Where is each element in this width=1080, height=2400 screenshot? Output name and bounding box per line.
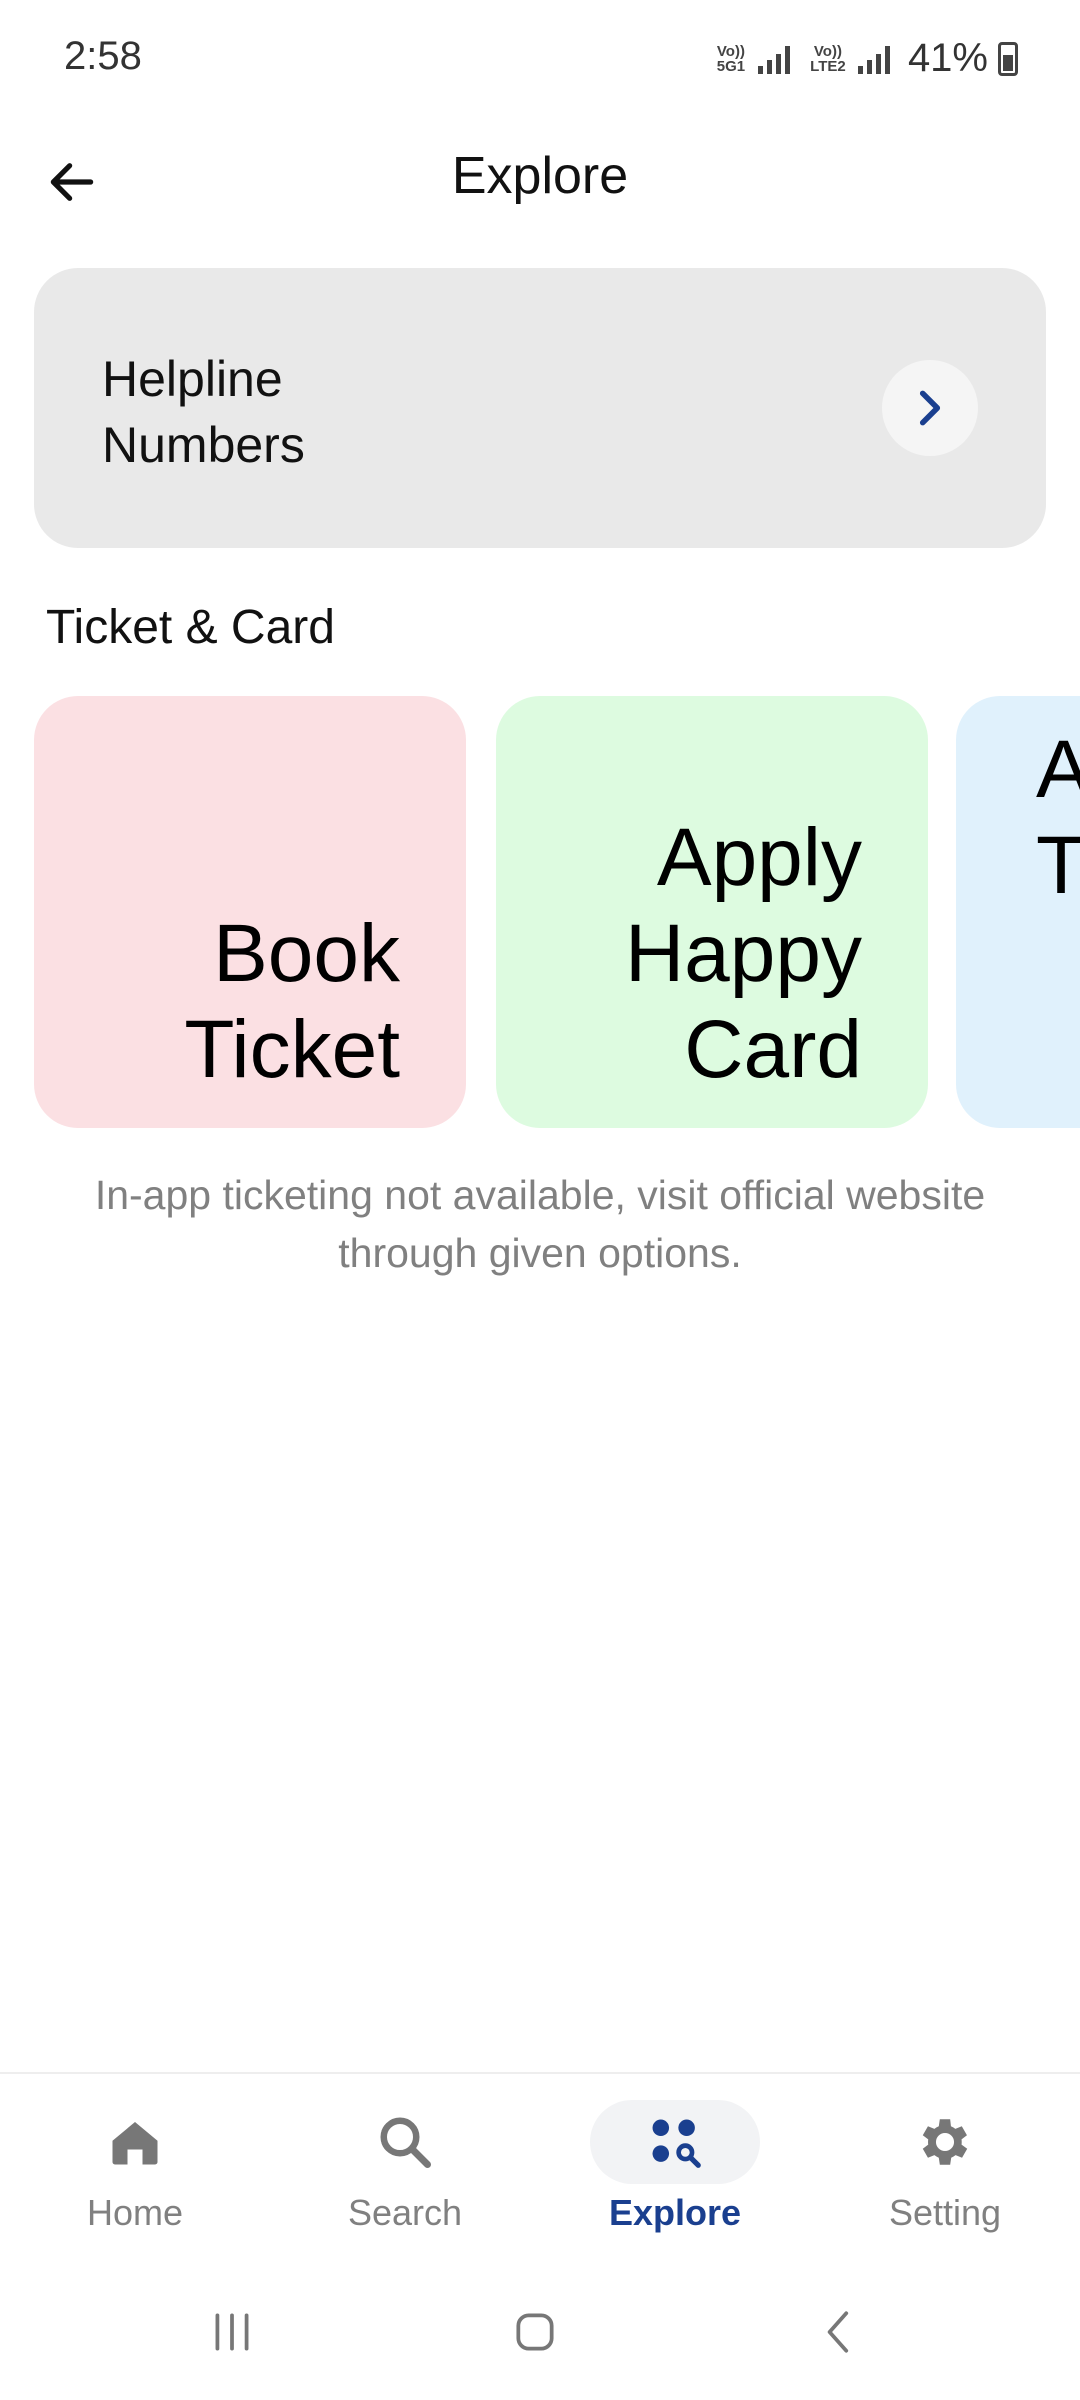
battery-icon <box>998 41 1018 76</box>
gear-icon <box>922 2119 968 2165</box>
tile-label: Apply Happy Card <box>624 812 862 1095</box>
nav-label-explore: Explore <box>608 2192 742 2233</box>
status-bar: 2:58 Vo)) 5G1 Vo)) LTE2 41% <box>0 0 1080 120</box>
tile-label: Book Ticket <box>184 908 400 1095</box>
signal-icon-2 <box>857 44 890 74</box>
nav-icon-wrap <box>590 2100 760 2184</box>
helpline-open-button[interactable] <box>882 360 978 456</box>
explore-icon <box>652 2119 701 2168</box>
status-icons: Vo)) 5G1 Vo)) LTE2 41% <box>714 36 1018 81</box>
home-system-button[interactable] <box>495 2292 575 2372</box>
chevron-right-icon <box>919 390 941 426</box>
recent-apps-button[interactable] <box>192 2292 272 2372</box>
nav-icon-wrap <box>320 2100 490 2184</box>
third-tile[interactable]: A T <box>956 696 1080 1128</box>
status-time: 2:58 <box>64 34 142 78</box>
nav-icon-wrap <box>860 2100 1030 2184</box>
system-navigation-bar <box>0 2262 1080 2400</box>
ticketing-note: In-app ticketing not available, visit of… <box>94 1172 986 1276</box>
battery-percent: 41% <box>907 36 988 80</box>
page-title: Explore <box>451 147 629 205</box>
helpline-label: Helpline Numbers <box>102 351 305 473</box>
home-square-icon <box>516 2313 554 2351</box>
helpline-numbers-card[interactable]: Helpline Numbers <box>34 268 1046 548</box>
ticket-card-carousel[interactable]: Book Ticket Apply Happy Card A T <box>0 696 1080 1128</box>
app-header: Explore <box>0 120 1080 240</box>
book-ticket-tile[interactable]: Book Ticket <box>34 696 466 1128</box>
nav-label-setting: Setting <box>888 2192 1002 2233</box>
nav-item-setting[interactable]: Setting <box>810 2074 1080 2264</box>
back-system-button[interactable] <box>800 2292 880 2372</box>
search-icon <box>380 2117 431 2168</box>
nav-icon-wrap <box>50 2100 220 2184</box>
nav-label-search: Search <box>347 2192 463 2233</box>
recent-apps-icon <box>215 2313 249 2351</box>
nav-item-home[interactable]: Home <box>0 2074 270 2264</box>
section-title: Ticket & Card <box>46 601 335 654</box>
bottom-navigation: Home Search Explore Setting <box>0 2072 1080 2262</box>
network-lte-label: Vo)) LTE2 <box>810 42 846 75</box>
nav-label-home: Home <box>86 2192 184 2233</box>
home-icon <box>112 2122 158 2165</box>
signal-icon <box>757 44 790 74</box>
nav-item-explore[interactable]: Explore <box>540 2074 810 2264</box>
nav-item-search[interactable]: Search <box>270 2074 540 2264</box>
chevron-left-icon <box>827 2311 849 2353</box>
network-5g-label: Vo)) 5G1 <box>716 42 746 75</box>
apply-happy-card-tile[interactable]: Apply Happy Card <box>496 696 928 1128</box>
tile-label: A T <box>1036 724 1080 911</box>
